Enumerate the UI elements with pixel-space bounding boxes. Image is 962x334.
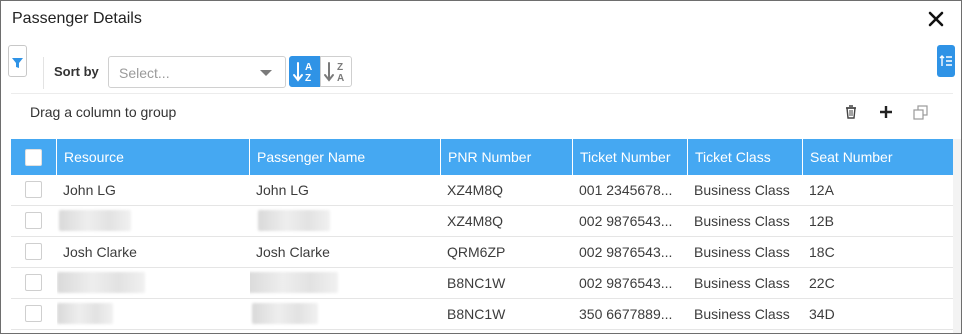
chevron-down-icon [260, 70, 272, 76]
column-header-ticket-class[interactable]: Ticket Class [688, 139, 803, 175]
copy-icon[interactable] [911, 102, 931, 122]
header-select-cell [11, 139, 57, 175]
add-icon[interactable] [876, 102, 896, 122]
cell-passenger-name [250, 268, 441, 299]
cell-resource [57, 299, 250, 330]
sort-descending-letter-bottom: A [337, 73, 344, 84]
column-header-pnr-number[interactable]: PNR Number [441, 139, 573, 175]
column-header-seat-number[interactable]: Seat Number [803, 139, 953, 175]
cell-ticket-number: 001 2345678... [579, 182, 673, 198]
column-header-passenger-name[interactable]: Passenger Name [250, 139, 441, 175]
cell-passenger-name: Josh Clarke [256, 244, 330, 260]
sort-ascending-letter-bottom: Z [305, 73, 311, 84]
passenger-details-dialog: Passenger Details Sort by Select... A Z … [0, 0, 962, 334]
dialog-title: Passenger Details [12, 10, 142, 27]
cell-ticket-class: Business Class [694, 244, 790, 260]
sort-ascending-letter-top: A [305, 62, 312, 73]
redacted-text [57, 272, 145, 293]
cell-seat-number: 18C [809, 244, 835, 260]
sort-descending-letter-top: Z [337, 62, 343, 73]
cell-pnr-number: XZ4M8Q [447, 213, 504, 229]
row-checkbox[interactable] [25, 274, 42, 291]
cell-resource [57, 268, 250, 299]
cell-ticket-number: 002 9876543... [579, 275, 673, 291]
cell-seat-number: 12B [809, 213, 834, 229]
cell-seat-number: 34D [809, 306, 835, 322]
cell-ticket-class: Business Class [694, 213, 790, 229]
table-row[interactable]: B8NC1W 002 9876543... Business Class 22C [11, 268, 953, 299]
sort-by-select-placeholder: Select... [119, 65, 170, 81]
cell-pnr-number: QRM6ZP [447, 244, 506, 260]
cell-passenger-name [250, 206, 441, 237]
sort-ascending-icon[interactable]: A Z [289, 56, 320, 87]
divider [11, 93, 953, 94]
cell-passenger-name: John LG [256, 182, 309, 198]
grid-scrollbar[interactable] [953, 139, 961, 333]
dialog-titlebar: Passenger Details [1, 1, 961, 39]
redacted-text [252, 303, 318, 324]
cell-pnr-number: XZ4M8Q [447, 182, 504, 198]
row-checkbox[interactable] [25, 243, 42, 260]
row-checkbox[interactable] [25, 305, 42, 322]
redacted-text [57, 303, 113, 324]
column-header-ticket-number[interactable]: Ticket Number [573, 139, 688, 175]
sort-descending-icon[interactable]: Z A [320, 56, 352, 87]
cell-seat-number: 12A [809, 182, 834, 198]
cell-ticket-class: Business Class [694, 275, 790, 291]
cell-resource: Josh Clarke [63, 244, 137, 260]
toolbar-divider [43, 57, 44, 89]
group-panel-text: Drag a column to group [30, 104, 177, 120]
grid-header: Resource Passenger Name PNR Number Ticke… [11, 139, 953, 175]
cell-ticket-number: 002 9876543... [579, 244, 673, 260]
cell-ticket-class: Business Class [694, 182, 790, 198]
row-checkbox[interactable] [25, 212, 42, 229]
table-row[interactable]: Josh Clarke Josh Clarke QRM6ZP 002 98765… [11, 237, 953, 268]
table-row[interactable]: B8NC1W 350 6677889... Business Class 34D [11, 299, 953, 330]
select-all-checkbox[interactable] [25, 149, 42, 166]
cell-resource [57, 206, 250, 237]
passenger-grid: Resource Passenger Name PNR Number Ticke… [11, 139, 953, 333]
cell-pnr-number: B8NC1W [447, 306, 506, 322]
cell-ticket-class: Business Class [694, 306, 790, 322]
cell-ticket-number: 002 9876543... [579, 213, 673, 229]
cell-resource: John LG [63, 182, 116, 198]
cell-ticket-number: 350 6677889... [579, 306, 673, 322]
sort-toolbar: Sort by Select... A Z Z A [1, 43, 961, 93]
delete-icon[interactable] [841, 102, 861, 122]
cell-passenger-name [250, 299, 441, 330]
redacted-text [250, 272, 338, 293]
table-row[interactable]: John LG John LG XZ4M8Q 001 2345678... Bu… [11, 175, 953, 206]
close-icon[interactable] [925, 8, 947, 30]
table-row[interactable]: XZ4M8Q 002 9876543... Business Class 12B [11, 206, 953, 237]
sort-by-select[interactable]: Select... [108, 56, 286, 88]
column-header-resource[interactable]: Resource [57, 139, 250, 175]
filter-icon[interactable] [8, 45, 27, 77]
sort-by-label: Sort by [54, 64, 99, 79]
column-chooser-icon[interactable] [937, 45, 955, 77]
row-checkbox[interactable] [25, 181, 42, 198]
redacted-text [59, 210, 131, 231]
cell-pnr-number: B8NC1W [447, 275, 506, 291]
cell-seat-number: 22C [809, 275, 835, 291]
redacted-text [258, 210, 330, 231]
